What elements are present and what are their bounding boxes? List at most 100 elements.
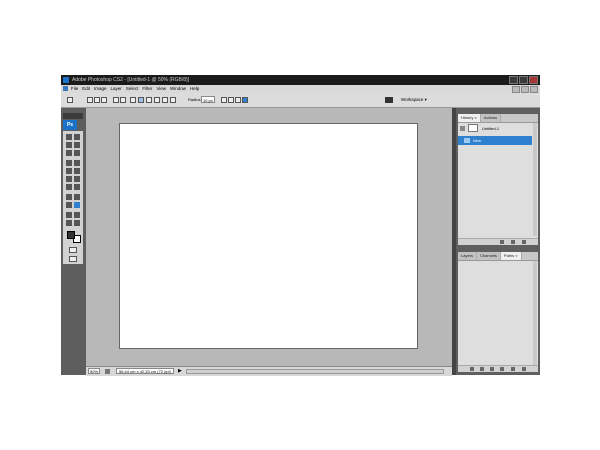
menu-view[interactable]: View	[156, 85, 166, 93]
rectangle-shape-icon[interactable]	[130, 97, 136, 103]
healing-brush-tool-icon[interactable]	[66, 160, 72, 166]
dodge-tool-icon[interactable]	[74, 184, 80, 190]
clone-stamp-tool-icon[interactable]	[66, 168, 72, 174]
trash-icon[interactable]	[522, 240, 526, 244]
new-snapshot-icon[interactable]	[511, 240, 515, 244]
radius-input[interactable]: 10 px	[201, 96, 215, 103]
subtract-shape-icon[interactable]	[228, 97, 234, 103]
stroke-path-icon[interactable]	[480, 367, 484, 371]
history-brush-source-icon[interactable]	[460, 126, 465, 131]
load-path-as-selection-icon[interactable]	[490, 367, 494, 371]
quick-mask-icon[interactable]	[69, 247, 77, 253]
ellipse-shape-icon[interactable]	[146, 97, 152, 103]
type-tool-icon[interactable]	[74, 194, 80, 200]
history-state-selected[interactable]: New	[458, 136, 532, 145]
tab-actions[interactable]: Actions	[480, 114, 502, 122]
menu-image[interactable]: Image	[94, 85, 107, 93]
freeform-pen-icon[interactable]	[120, 97, 126, 103]
delete-path-icon[interactable]	[522, 367, 526, 371]
status-menu-arrow[interactable]: ▶	[178, 367, 182, 376]
pen-icon[interactable]	[113, 97, 119, 103]
tab-layers[interactable]: Layers	[458, 252, 478, 260]
menu-filter[interactable]: Filter	[142, 85, 152, 93]
menu-select[interactable]: Select	[126, 85, 139, 93]
history-state-label: New	[473, 138, 482, 143]
toolbox-header	[63, 113, 83, 119]
notes-tool-icon[interactable]	[66, 212, 72, 218]
window-controls	[509, 76, 538, 84]
doc-restore-button[interactable]	[521, 86, 529, 93]
options-bar: Radius: 10 px Workspace ▾	[61, 93, 540, 108]
intersect-shape-icon[interactable]	[235, 97, 241, 103]
menu-help[interactable]: Help	[190, 85, 199, 93]
tab-paths[interactable]: Paths ×	[500, 252, 522, 260]
screen-mode-icon[interactable]	[69, 256, 77, 262]
app-icon	[63, 77, 69, 83]
maximize-button[interactable]	[519, 76, 528, 84]
crop-tool-icon[interactable]	[66, 150, 72, 156]
history-footer	[458, 238, 538, 245]
history-scrollbar[interactable]	[533, 123, 537, 236]
menu-bar: File Edit Image Layer Select Filter View…	[61, 85, 540, 93]
fill-path-icon[interactable]	[470, 367, 474, 371]
paths-mode-icon[interactable]	[94, 97, 100, 103]
snapshot-thumbnail	[468, 124, 478, 132]
move-tool-icon[interactable]	[74, 134, 80, 140]
menu-file[interactable]: File	[71, 85, 78, 93]
doc-minimize-button[interactable]	[512, 86, 520, 93]
shape-tool-icon[interactable]	[74, 202, 80, 208]
blur-tool-icon[interactable]	[66, 184, 72, 190]
magic-wand-tool-icon[interactable]	[74, 142, 80, 148]
panel-dock: History × Actions Untitled-1 New Layers	[456, 108, 540, 375]
slice-tool-icon[interactable]	[74, 150, 80, 156]
path-selection-tool-icon[interactable]	[66, 194, 72, 200]
radius-label: Radius:	[188, 97, 202, 102]
marquee-tool-icon[interactable]	[66, 134, 72, 140]
add-to-shape-icon[interactable]	[221, 97, 227, 103]
exclude-shape-icon[interactable]	[242, 97, 248, 103]
rounded-rectangle-icon[interactable]	[138, 97, 144, 103]
minimize-button[interactable]	[509, 76, 518, 84]
toolbox: Ps	[61, 108, 86, 375]
menu-layer[interactable]: Layer	[111, 85, 122, 93]
lasso-tool-icon[interactable]	[66, 142, 72, 148]
foreground-color-swatch[interactable]	[67, 231, 75, 239]
fill-pixels-icon[interactable]	[101, 97, 107, 103]
pen-tool-icon[interactable]	[66, 202, 72, 208]
document-icon	[63, 86, 68, 91]
zoom-tool-icon[interactable]	[74, 220, 80, 226]
horizontal-scrollbar[interactable]	[186, 369, 444, 374]
zoom-level-input[interactable]: 50%	[88, 368, 100, 374]
make-work-path-icon[interactable]	[500, 367, 504, 371]
workspace-menu[interactable]: Workspace ▾	[401, 95, 427, 105]
canvas[interactable]	[119, 123, 418, 349]
custom-shape-icon[interactable]	[170, 97, 176, 103]
eyedropper-tool-icon[interactable]	[74, 212, 80, 218]
new-path-icon[interactable]	[511, 367, 515, 371]
doc-close-button[interactable]	[530, 86, 538, 93]
hand-tool-icon[interactable]	[66, 220, 72, 226]
eraser-tool-icon[interactable]	[66, 176, 72, 182]
document-info-icon[interactable]	[105, 369, 110, 374]
paths-footer	[458, 365, 538, 372]
tab-history[interactable]: History ×	[458, 114, 481, 122]
brush-tool-icon[interactable]	[74, 160, 80, 166]
palette-well-icon[interactable]	[385, 97, 393, 103]
polygon-shape-icon[interactable]	[154, 97, 160, 103]
history-brush-tool-icon[interactable]	[74, 168, 80, 174]
menu-edit[interactable]: Edit	[82, 85, 90, 93]
paths-scrollbar[interactable]	[533, 261, 537, 365]
tab-channels[interactable]: Channels	[477, 252, 501, 260]
tool-preset-icon[interactable]	[67, 97, 73, 103]
new-document-icon	[464, 138, 470, 143]
shape-layers-icon[interactable]	[87, 97, 93, 103]
menu-window[interactable]: Window	[170, 85, 186, 93]
ps-logo[interactable]: Ps	[63, 120, 77, 130]
tools-panel	[63, 131, 83, 264]
document-size-info: 56,44 cm x 42,33 cm (72 ppi)	[116, 368, 174, 374]
new-document-from-state-icon[interactable]	[500, 240, 504, 244]
close-button[interactable]	[529, 76, 538, 84]
history-snapshot[interactable]: Untitled-1	[458, 124, 532, 133]
gradient-tool-icon[interactable]	[74, 176, 80, 182]
line-shape-icon[interactable]	[162, 97, 168, 103]
